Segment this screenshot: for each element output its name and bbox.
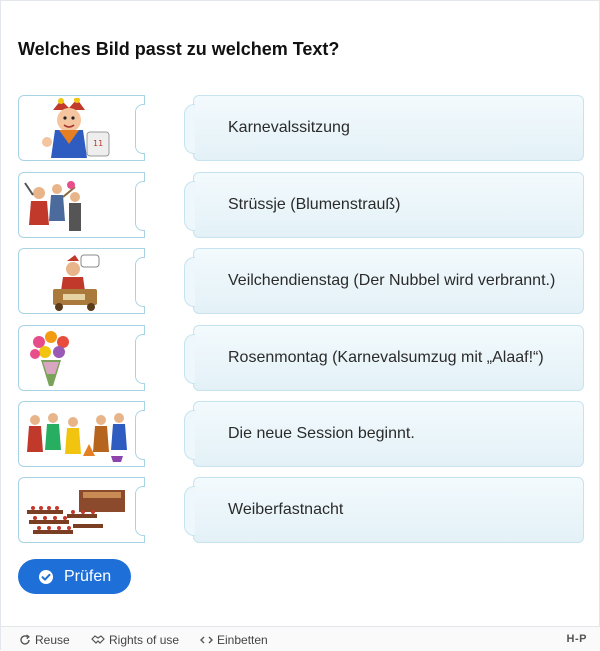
handshake-icon <box>91 635 105 644</box>
draggable-image-card[interactable] <box>18 248 145 314</box>
check-button[interactable]: Prüfen <box>18 559 131 594</box>
check-circle-icon <box>39 569 53 584</box>
dropzone-label: Weiberfastnacht <box>228 501 344 518</box>
text-dropzone[interactable]: Karnevalssitzung <box>184 95 584 161</box>
jester-clock-image: 11 <box>42 98 110 158</box>
figure-in-cart-image <box>53 254 100 311</box>
dropzone-label: Rosenmontag (Karnevalsumzug mit „Alaaf!“… <box>228 349 544 366</box>
code-icon <box>200 636 213 644</box>
pair-row: Strüssje (Blumenstrauß) <box>18 172 584 238</box>
text-dropzone[interactable]: Die neue Session beginnt. <box>184 401 584 467</box>
text-dropzone[interactable]: Weiberfastnacht <box>184 477 584 543</box>
text-dropzone[interactable]: Rosenmontag (Karnevalsumzug mit „Alaaf!“… <box>184 325 584 391</box>
people-dancing-image <box>24 181 81 231</box>
h5p-container: Welches Bild passt zu welchem Text? 11 K… <box>0 0 600 651</box>
rights-of-use-link[interactable]: Rights of use <box>91 633 179 647</box>
rights-of-use-label: Rights of use <box>109 633 180 647</box>
pair-row: Die neue Session beginnt. <box>18 401 584 467</box>
embed-link[interactable]: Einbetten <box>200 633 268 647</box>
svg-text:11: 11 <box>93 139 103 148</box>
dropzone-label: Die neue Session beginnt. <box>228 425 415 442</box>
costumed-group-image <box>27 413 127 462</box>
dropzone-label: Strüssje (Blumenstrauß) <box>228 196 401 213</box>
h5p-logo: H-P <box>566 633 587 645</box>
text-dropzone[interactable]: Strüssje (Blumenstrauß) <box>184 172 584 238</box>
reuse-icon <box>20 634 30 645</box>
pair-row: Rosenmontag (Karnevalsumzug mit „Alaaf!“… <box>18 325 584 391</box>
check-button-label: Prüfen <box>64 567 112 585</box>
embed-label: Einbetten <box>217 633 268 647</box>
pair-row: Weiberfastnacht <box>18 477 584 543</box>
reuse-link[interactable]: Reuse <box>19 633 70 647</box>
pair-row: Veilchendienstag (Der Nubbel wird verbra… <box>18 248 584 314</box>
draggable-image-card[interactable]: 11 <box>18 95 145 161</box>
flower-bouquet-image <box>30 331 69 386</box>
reuse-label: Reuse <box>35 633 70 647</box>
text-dropzone[interactable]: Veilchendienstag (Der Nubbel wird verbra… <box>184 248 584 314</box>
draggable-image-card[interactable] <box>18 477 145 543</box>
question-title: Welches Bild passt zu welchem Text? <box>18 39 340 59</box>
dropzone-label: Karnevalssitzung <box>228 119 350 136</box>
pair-row: 11 Karnevalssitzung <box>18 95 584 161</box>
footer-bar: Reuse Rights of use Einbetten H-P <box>1 626 600 651</box>
banquet-hall-image <box>27 490 125 534</box>
draggable-image-card[interactable] <box>18 172 145 238</box>
draggable-image-card[interactable] <box>18 401 145 467</box>
dropzone-label: Veilchendienstag (Der Nubbel wird verbra… <box>228 272 556 289</box>
draggable-image-card[interactable] <box>18 325 145 391</box>
